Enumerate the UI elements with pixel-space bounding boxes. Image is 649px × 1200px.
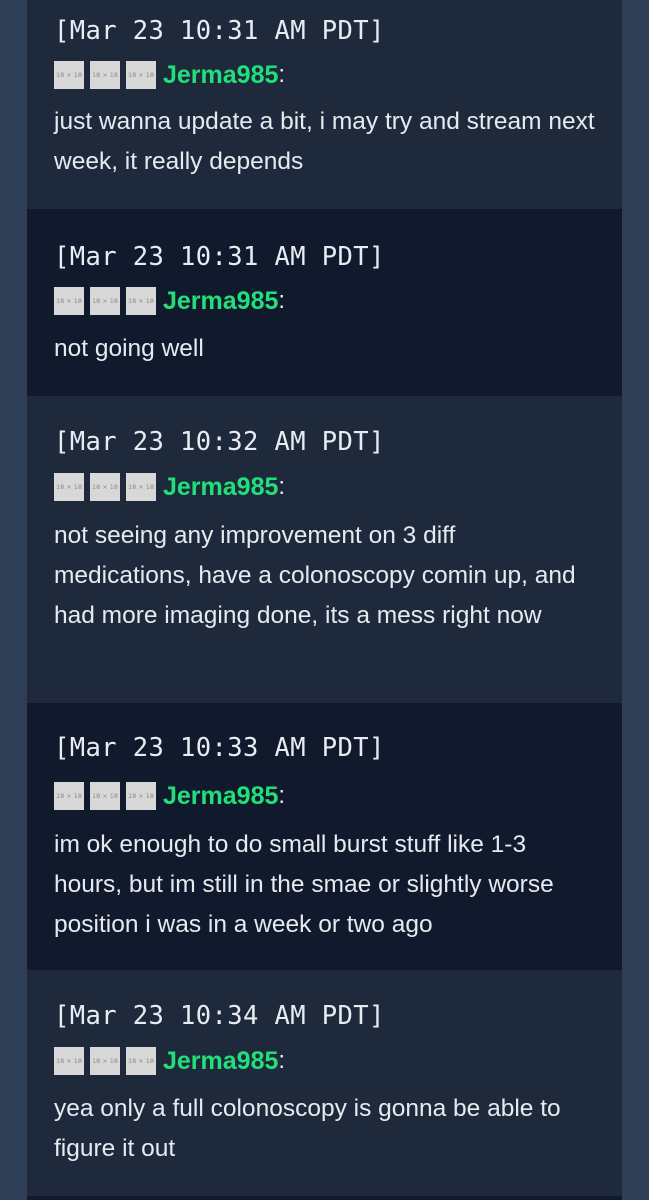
message-timestamp: [Mar 23 10:33 AM PDT] (54, 733, 385, 763)
message-author-line: 18 × 18 18 × 18 18 × 18 Jerma985 : (54, 286, 285, 316)
message-timestamp: [Mar 23 10:34 AM PDT] (54, 1001, 385, 1031)
badge-placeholder-icon: 18 × 18 (126, 473, 156, 501)
badge-placeholder-icon: 18 × 18 (54, 61, 84, 89)
message-timestamp: [Mar 23 10:32 AM PDT] (54, 427, 385, 457)
username[interactable]: Jerma985 (163, 1047, 278, 1076)
message-text: not seeing any improvement on 3 diff med… (54, 522, 576, 629)
badge-placeholder-icon: 18 × 18 (126, 61, 156, 89)
message-text: not going well (54, 335, 204, 362)
badge-placeholder-icon: 18 × 18 (90, 61, 120, 89)
badge-placeholder-icon: 18 × 18 (90, 1047, 120, 1075)
message-timestamp: [Mar 23 10:31 AM PDT] (54, 242, 385, 272)
chat-message: [Mar 23 10:34 AM PDT] 18 × 18 18 × 18 18… (27, 970, 622, 1196)
badge-placeholder-icon: 18 × 18 (54, 1047, 84, 1075)
username[interactable]: Jerma985 (163, 782, 278, 811)
badge-placeholder-icon: 18 × 18 (126, 782, 156, 810)
badge-placeholder-icon: 18 × 18 (126, 287, 156, 315)
message-author-line: 18 × 18 18 × 18 18 × 18 Jerma985 : (54, 472, 285, 502)
username[interactable]: Jerma985 (163, 287, 278, 316)
message-author-line: 18 × 18 18 × 18 18 × 18 Jerma985 : (54, 60, 285, 90)
badge-placeholder-icon: 18 × 18 (90, 287, 120, 315)
username-colon: : (278, 287, 286, 314)
badge-placeholder-icon: 18 × 18 (54, 287, 84, 315)
badge-placeholder-icon: 18 × 18 (90, 782, 120, 810)
username-colon: : (278, 473, 286, 500)
chat-message-partial (27, 1196, 622, 1200)
badge-placeholder-icon: 18 × 18 (54, 473, 84, 501)
badge-placeholder-icon: 18 × 18 (54, 782, 84, 810)
message-text: im ok enough to do small burst stuff lik… (54, 831, 554, 938)
chat-message: [Mar 23 10:31 AM PDT] 18 × 18 18 × 18 18… (27, 209, 622, 396)
badge-placeholder-icon: 18 × 18 (126, 1047, 156, 1075)
username[interactable]: Jerma985 (163, 473, 278, 502)
username-colon: : (278, 782, 286, 809)
message-author-line: 18 × 18 18 × 18 18 × 18 Jerma985 : (54, 781, 285, 811)
chat-message: [Mar 23 10:33 AM PDT] 18 × 18 18 × 18 18… (27, 703, 622, 970)
chat-message: [Mar 23 10:32 AM PDT] 18 × 18 18 × 18 18… (27, 396, 622, 703)
chat-log: [Mar 23 10:31 AM PDT] 18 × 18 18 × 18 18… (27, 0, 622, 1200)
chat-message: [Mar 23 10:31 AM PDT] 18 × 18 18 × 18 18… (27, 0, 622, 209)
username-colon: : (278, 61, 286, 88)
message-text: yea only a full colonoscopy is gonna be … (54, 1095, 561, 1162)
badge-placeholder-icon: 18 × 18 (90, 473, 120, 501)
message-text: just wanna update a bit, i may try and s… (54, 108, 595, 175)
message-author-line: 18 × 18 18 × 18 18 × 18 Jerma985 : (54, 1046, 285, 1076)
username[interactable]: Jerma985 (163, 61, 278, 90)
message-timestamp: [Mar 23 10:31 AM PDT] (54, 16, 385, 46)
username-colon: : (278, 1047, 286, 1074)
